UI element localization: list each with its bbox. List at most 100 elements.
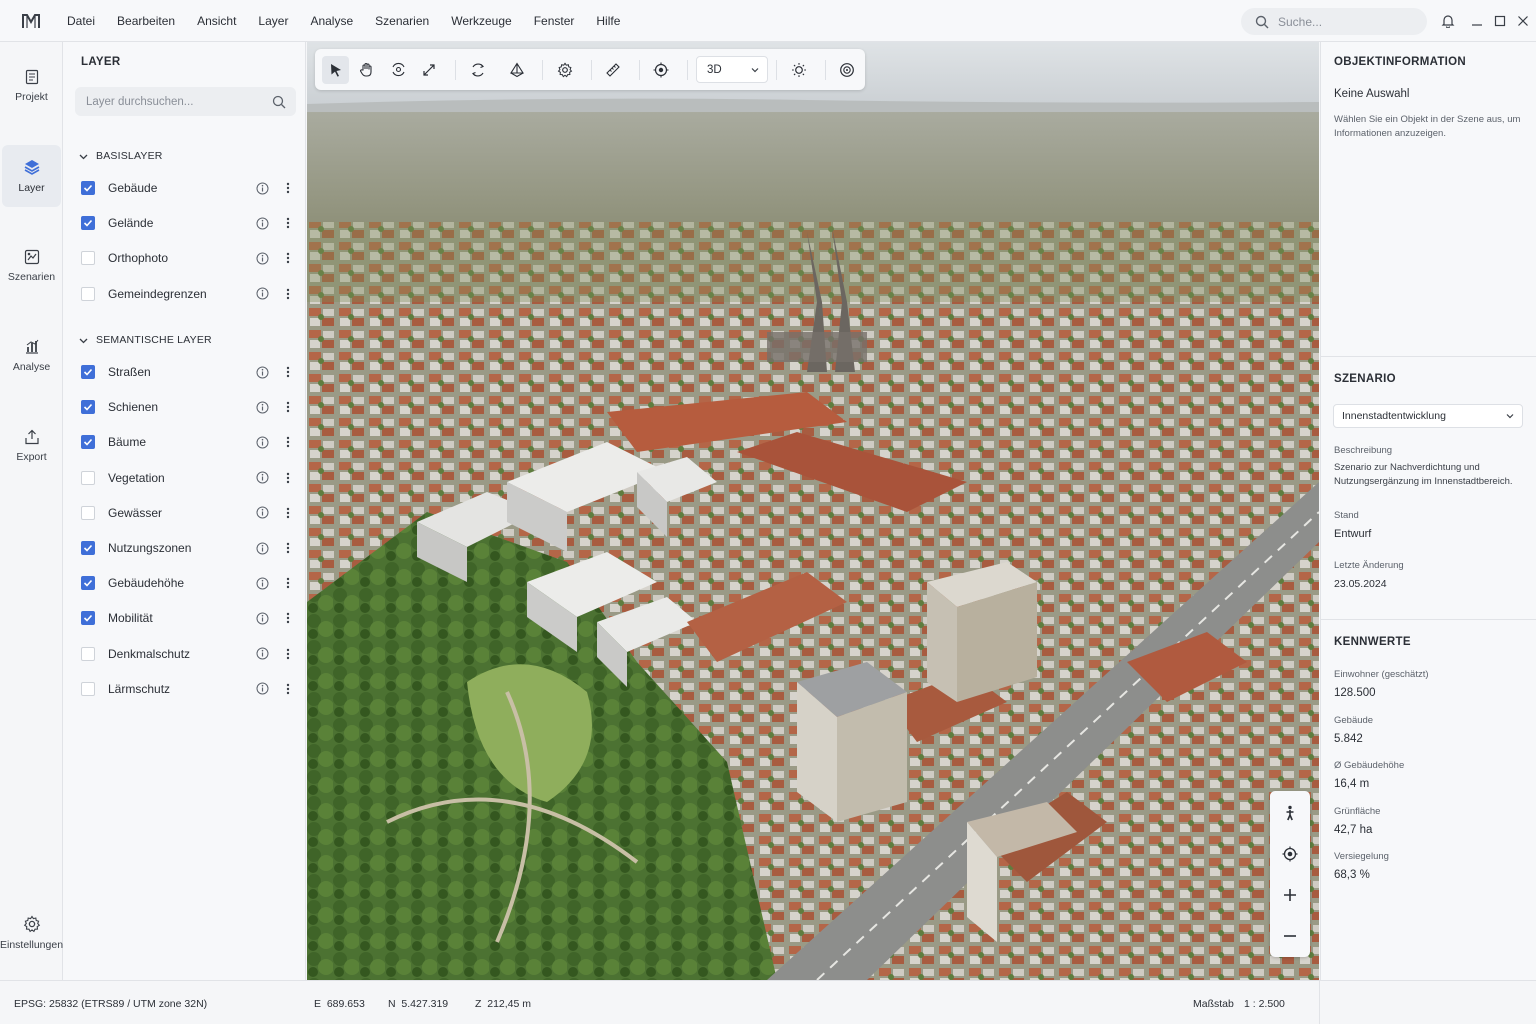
info-icon[interactable] — [255, 647, 269, 661]
layer-visibility-checkbox[interactable] — [81, 541, 95, 555]
zoom-out-button[interactable] — [1270, 916, 1310, 956]
layer-row[interactable]: Lärmschutz — [81, 678, 295, 700]
rail-item-einstellungen[interactable]: Einstellungen — [0, 902, 63, 964]
rail-item-analyse[interactable]: Analyse — [2, 325, 61, 387]
maximize-icon[interactable] — [1490, 11, 1510, 31]
info-icon[interactable] — [255, 251, 269, 265]
layer-row[interactable]: Gemeindegrenzen — [81, 283, 295, 305]
bell-icon[interactable] — [1438, 11, 1458, 31]
rail-item-szenarien[interactable]: Szenarien — [2, 235, 61, 297]
info-icon[interactable] — [255, 611, 269, 625]
more-options-icon[interactable] — [281, 287, 295, 301]
info-icon[interactable] — [255, 682, 269, 696]
scenario-icon — [24, 249, 39, 265]
more-options-icon[interactable] — [281, 181, 295, 195]
info-icon[interactable] — [255, 541, 269, 555]
rail-item-export[interactable]: Export — [2, 415, 61, 477]
layer-visibility-checkbox[interactable] — [81, 611, 95, 626]
more-options-icon[interactable] — [281, 576, 295, 590]
more-options-icon[interactable] — [281, 435, 295, 449]
layer-row[interactable]: Nutzungszonen — [81, 537, 295, 559]
more-options-icon[interactable] — [281, 400, 295, 414]
rail-item-projekt[interactable]: Projekt — [2, 55, 61, 117]
menu-ansicht[interactable]: Ansicht — [186, 0, 247, 42]
layer-row[interactable]: Vegetation — [81, 467, 295, 489]
terrain-tool[interactable] — [503, 56, 530, 84]
city-scene-image[interactable] — [307, 42, 1319, 980]
layer-visibility-checkbox[interactable] — [81, 505, 95, 520]
layer-visibility-checkbox[interactable] — [81, 216, 95, 231]
map-viewport[interactable]: 3D — [307, 42, 1319, 980]
globe-tool[interactable] — [834, 56, 861, 84]
orbit-tool[interactable] — [464, 56, 491, 84]
pan-tool[interactable] — [353, 56, 380, 84]
layer-row[interactable]: Gebäude — [81, 177, 295, 199]
layer-visibility-checkbox[interactable] — [81, 435, 95, 450]
zoom-in-button[interactable] — [1270, 875, 1310, 915]
info-icon[interactable] — [255, 181, 269, 195]
fullscreen-tool[interactable] — [416, 56, 443, 84]
global-search-input[interactable]: Suche... — [1241, 8, 1427, 35]
menu-layer[interactable]: Layer — [247, 0, 299, 42]
minimize-icon[interactable] — [1467, 11, 1487, 31]
rotate-view-tool[interactable] — [384, 56, 411, 84]
menu-datei[interactable]: Datei — [62, 0, 106, 42]
close-icon[interactable] — [1513, 11, 1533, 31]
info-icon[interactable] — [255, 506, 269, 520]
more-options-icon[interactable] — [281, 471, 295, 485]
layer-search-input[interactable]: Layer durchsuchen... — [75, 87, 296, 116]
layer-row[interactable]: Straßen — [81, 361, 295, 383]
info-icon[interactable] — [255, 400, 269, 414]
layer-row[interactable]: Mobilität — [81, 607, 295, 629]
layer-row[interactable]: Bäume — [81, 431, 295, 453]
select-tool[interactable] — [322, 55, 350, 84]
layer-row[interactable]: Gewässer — [81, 502, 295, 524]
layer-row[interactable]: Gebäudehöhe — [81, 572, 295, 594]
view-mode-select[interactable]: 3D — [695, 56, 769, 83]
layer-row[interactable]: Denkmalschutz — [81, 643, 295, 665]
layer-visibility-checkbox[interactable] — [81, 681, 95, 696]
menu-werkzeuge[interactable]: Werkzeuge — [440, 0, 522, 42]
group-header-semantische-layer[interactable]: SEMANTISCHE LAYER — [79, 334, 212, 346]
scenario-select[interactable]: Innenstadtentwicklung — [1333, 404, 1523, 428]
menu-fenster[interactable]: Fenster — [523, 0, 586, 42]
target-tool[interactable] — [648, 56, 675, 84]
layer-row[interactable]: Gelände — [81, 212, 295, 234]
locate-button[interactable] — [1270, 834, 1310, 874]
layer-visibility-checkbox[interactable] — [81, 646, 95, 661]
view-settings-tool[interactable] — [551, 56, 578, 84]
menu-szenarien[interactable]: Szenarien — [364, 0, 440, 42]
more-options-icon[interactable] — [281, 682, 295, 696]
menu-analyse[interactable]: Analyse — [299, 0, 364, 42]
menu-hilfe[interactable]: Hilfe — [585, 0, 631, 42]
layer-row[interactable]: Orthophoto — [81, 247, 295, 269]
menu-bearbeiten[interactable]: Bearbeiten — [106, 0, 186, 42]
layer-visibility-checkbox[interactable] — [81, 365, 95, 379]
more-options-icon[interactable] — [281, 251, 295, 265]
sun-tool[interactable] — [785, 56, 812, 84]
group-header-basislayer[interactable]: BASISLAYER — [79, 150, 163, 162]
layer-visibility-checkbox[interactable] — [81, 400, 95, 415]
more-options-icon[interactable] — [281, 541, 295, 555]
rail-item-layer[interactable]: Layer — [2, 145, 61, 207]
measure-tool[interactable] — [600, 56, 627, 84]
layer-visibility-checkbox[interactable] — [81, 470, 95, 485]
more-options-icon[interactable] — [281, 611, 295, 625]
more-options-icon[interactable] — [281, 647, 295, 661]
info-icon[interactable] — [255, 365, 269, 379]
layer-row[interactable]: Schienen — [81, 396, 295, 418]
info-icon[interactable] — [255, 435, 269, 449]
info-icon[interactable] — [255, 471, 269, 485]
layer-visibility-checkbox[interactable] — [81, 251, 95, 266]
app-logo[interactable] — [0, 0, 62, 42]
pedestrian-view-button[interactable] — [1270, 793, 1310, 833]
more-options-icon[interactable] — [281, 216, 295, 230]
more-options-icon[interactable] — [281, 506, 295, 520]
info-icon[interactable] — [255, 287, 269, 301]
info-icon[interactable] — [255, 216, 269, 230]
layer-visibility-checkbox[interactable] — [81, 576, 95, 591]
layer-visibility-checkbox[interactable] — [81, 181, 95, 195]
more-options-icon[interactable] — [281, 365, 295, 379]
layer-visibility-checkbox[interactable] — [81, 286, 95, 301]
info-icon[interactable] — [255, 576, 269, 590]
